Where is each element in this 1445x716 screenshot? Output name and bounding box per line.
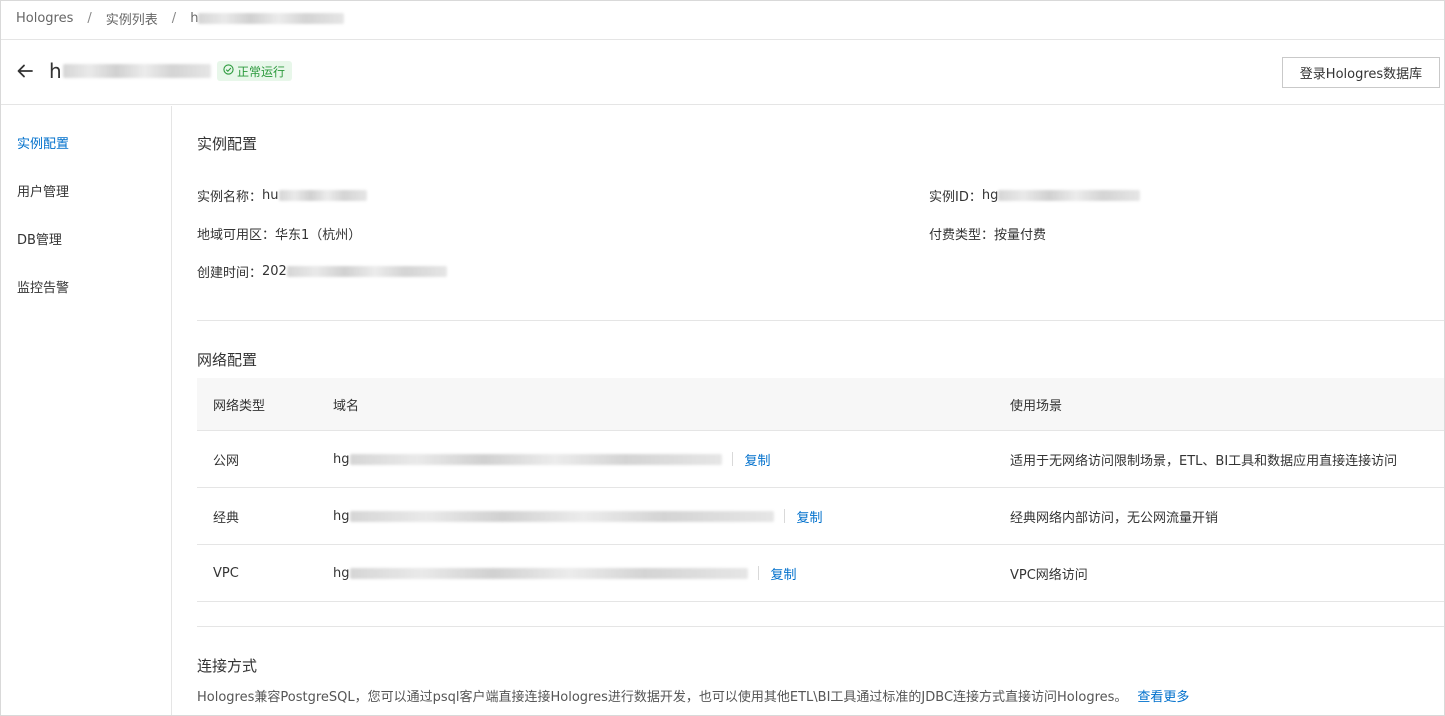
table-row: 经典 hg 复制 经典网络内部访问，无公网流量开销 [197, 488, 1444, 545]
breadcrumb-current-prefix: h [190, 10, 199, 26]
instance-name-prefix: h [49, 59, 62, 83]
redacted-text [62, 64, 211, 78]
sidebar-item-user-management[interactable]: 用户管理 [17, 181, 69, 200]
domain-cell: hg 复制 [333, 488, 823, 544]
table-row: 公网 hg 复制 适用于无网络访问限制场景，ETL、BI工具和数据应用直接连接访… [197, 431, 1444, 488]
network-type: 公网 [213, 453, 240, 469]
status-text: 正常运行 [237, 64, 286, 79]
region-value: 华东1（杭州） [275, 228, 362, 243]
instance-header: h 正常运行 登录Hologres数据库 [1, 40, 1444, 105]
region-label: 地域可用区： [197, 228, 276, 243]
created-time-label: 创建时间： [197, 266, 263, 281]
connection-description: Hologres兼容PostgreSQL，您可以通过psql客户端直接连接Hol… [197, 686, 1189, 705]
region-row: 地域可用区： 华东1（杭州） [197, 224, 361, 243]
domain-value: hg [333, 451, 350, 467]
redacted-text [998, 190, 1141, 201]
copy-button[interactable]: 复制 [771, 564, 797, 583]
table-row: VPC hg 复制 VPC网络访问 [197, 545, 1444, 602]
network-type: VPC [213, 565, 239, 581]
breadcrumb-separator: / [87, 10, 92, 26]
network-table: 网络类型 域名 使用场景 公网 hg 复制 适用于无网络访问限制场景，ETL、B… [197, 378, 1444, 602]
sidebar-item-monitoring[interactable]: 监控告警 [17, 277, 69, 296]
copy-button[interactable]: 复制 [797, 507, 823, 526]
column-header-network-type: 网络类型 [213, 398, 266, 414]
instance-name-value: hu [262, 188, 279, 203]
usage-scenario: 经典网络内部访问，无公网流量开销 [1010, 510, 1219, 526]
usage-scenario: 适用于无网络访问限制场景，ETL、BI工具和数据应用直接连接访问 [1010, 453, 1398, 469]
billing-value: 按量付费 [994, 228, 1047, 243]
usage-scenario: VPC网络访问 [1010, 567, 1088, 583]
status-badge: 正常运行 [217, 61, 293, 81]
network-type: 经典 [213, 510, 240, 526]
breadcrumb-item-current: h [190, 10, 345, 26]
arrow-left-icon[interactable] [15, 61, 35, 81]
breadcrumb-separator: / [171, 10, 177, 26]
breadcrumb-item-instance-list[interactable]: 实例列表 [106, 9, 158, 28]
instance-id-label: 实例ID： [929, 190, 982, 205]
table-header: 网络类型 域名 使用场景 [197, 378, 1444, 431]
created-time-row: 创建时间： 202 [197, 262, 447, 281]
section-title-network-config: 网络配置 [197, 351, 258, 369]
column-header-domain: 域名 [333, 398, 360, 414]
login-database-button[interactable]: 登录Hologres数据库 [1282, 57, 1440, 88]
redacted-text [349, 510, 774, 522]
billing-label: 付费类型： [929, 228, 995, 243]
section-title-connection: 连接方式 [197, 657, 258, 675]
sidebar-item-db-management[interactable]: DB管理 [17, 229, 62, 248]
column-header-usage: 使用场景 [1010, 398, 1063, 414]
instance-name-label: 实例名称： [197, 190, 263, 205]
sidebar-item-instance-config[interactable]: 实例配置 [17, 133, 69, 152]
breadcrumb: Hologres / 实例列表 / h [16, 8, 345, 28]
separator [757, 566, 759, 580]
breadcrumb-item-hologres[interactable]: Hologres [16, 11, 73, 26]
view-more-link[interactable]: 查看更多 [1137, 690, 1189, 705]
instance-id-value: hg [981, 188, 999, 203]
sidebar: 实例配置 用户管理 DB管理 监控告警 [1, 106, 172, 715]
page-frame: Hologres / 实例列表 / h h 正常运行 登录Hologres数据库… [0, 0, 1445, 716]
check-circle-icon [223, 64, 234, 78]
instance-id-row: 实例ID： hg [929, 186, 1141, 205]
redacted-text [349, 567, 748, 579]
separator [731, 452, 733, 466]
divider [197, 626, 1444, 627]
copy-button[interactable]: 复制 [745, 450, 771, 469]
connection-description-text: Hologres兼容PostgreSQL，您可以通过psql客户端直接连接Hol… [197, 690, 1128, 705]
instance-name-row: 实例名称： hu [197, 186, 367, 205]
page-title: h [49, 59, 211, 83]
separator [783, 509, 785, 523]
billing-row: 付费类型： 按量付费 [929, 224, 1046, 243]
redacted-text [286, 266, 447, 277]
created-time-value: 202 [262, 264, 287, 279]
redacted-text [349, 453, 722, 465]
redacted-text [278, 190, 367, 201]
main-content: 实例配置 实例名称： hu 实例ID： hg 地域可用区： 华东1（杭州） 付费… [173, 106, 1444, 715]
domain-value: hg [333, 565, 350, 581]
domain-cell: hg 复制 [333, 545, 797, 601]
divider [197, 320, 1444, 321]
domain-value: hg [333, 508, 350, 524]
domain-cell: hg 复制 [333, 431, 771, 487]
redacted-text [198, 12, 345, 24]
section-title-instance-config: 实例配置 [197, 135, 258, 153]
